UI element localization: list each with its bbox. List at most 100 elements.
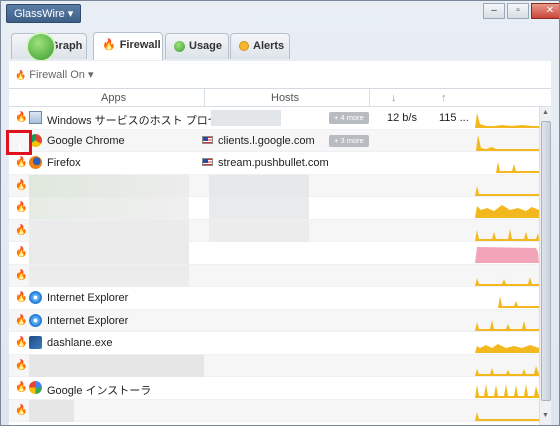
table-row[interactable]: 🔥: [9, 174, 539, 197]
firewall-flame-icon[interactable]: 🔥: [15, 112, 27, 123]
google-installer-icon: [29, 381, 42, 394]
internet-explorer-icon: [29, 313, 42, 327]
table-row[interactable]: 🔥 Internet Explorer: [9, 309, 539, 332]
scroll-up-icon[interactable]: ▲: [542, 109, 549, 116]
table-row[interactable]: 🔥: [9, 264, 539, 287]
app-name: Google インストーラ: [47, 385, 152, 397]
firewall-state-label: Firewall On ▾: [29, 69, 94, 81]
traffic-sparkline: [472, 344, 539, 353]
firewall-flame-icon[interactable]: 🔥: [15, 382, 27, 393]
tab-alerts[interactable]: Alerts: [230, 33, 290, 59]
hidden-app: [29, 354, 204, 377]
host-name: clients.l.google.com: [218, 134, 315, 147]
table-row[interactable]: 🔥 Firefox stream.pushbullet.com: [9, 152, 539, 175]
main-tabs: Graph 🔥 Firewall Usage Alerts: [1, 25, 559, 62]
tab-firewall[interactable]: 🔥 Firewall: [93, 32, 163, 60]
table-row[interactable]: 🔥: [9, 197, 539, 220]
firewall-flame-icon[interactable]: 🔥: [15, 270, 27, 281]
maximize-button[interactable]: ▫: [507, 3, 529, 19]
table-row[interactable]: 🔥: [9, 399, 539, 422]
table-row[interactable]: 🔥: [9, 242, 539, 265]
firefox-icon: [29, 156, 42, 169]
tab-usage[interactable]: Usage: [165, 33, 229, 59]
table-row[interactable]: Google Chrome clients.l.google.com + 3 m…: [9, 129, 539, 152]
traffic-sparkline: [472, 276, 539, 286]
firewall-flame-icon[interactable]: 🔥: [15, 360, 27, 371]
tab-usage-label: Usage: [189, 40, 223, 52]
traffic-sparkline: [472, 134, 539, 151]
mouse-cursor-icon: [19, 143, 24, 152]
hidden-app: [29, 399, 74, 422]
internet-explorer-icon: [29, 291, 42, 304]
column-download[interactable]: ↓: [391, 89, 397, 107]
firewall-flame-icon[interactable]: 🔥: [15, 292, 27, 303]
more-hosts-badge[interactable]: + 4 more: [329, 112, 369, 124]
hidden-app: [29, 219, 189, 242]
table-row[interactable]: 🔥 Google インストーラ: [9, 377, 539, 400]
column-apps[interactable]: Apps: [101, 89, 126, 107]
app-name: Internet Explorer: [47, 314, 129, 327]
column-upload[interactable]: ↑: [441, 89, 447, 107]
more-hosts-badge[interactable]: + 3 more: [329, 134, 369, 147]
table-row[interactable]: 🔥: [9, 219, 539, 242]
firewall-flame-icon[interactable]: 🔥: [15, 225, 27, 236]
firewall-flame-icon[interactable]: 🔥: [15, 337, 27, 348]
download-rate: 12 b/s: [387, 112, 417, 124]
traffic-sparkline: [472, 247, 539, 263]
firewall-flame-icon[interactable]: 🔥: [15, 247, 27, 258]
table-row[interactable]: 🔥 Windows サービスのホスト プロセス + 4 more 12 b/s …: [9, 107, 539, 130]
table-row[interactable]: 🔥 Internet Explorer: [9, 287, 539, 310]
firewall-flame-icon[interactable]: 🔥: [15, 157, 27, 168]
dashlane-icon: [29, 336, 42, 349]
traffic-sparkline: [472, 365, 539, 376]
scroll-down-icon[interactable]: ▼: [542, 412, 549, 419]
table-header: Apps Hosts ↓ ↑: [9, 89, 551, 107]
tab-firewall-label: Firewall: [119, 39, 161, 51]
us-flag-icon: [202, 158, 213, 166]
traffic-sparkline: [472, 113, 539, 128]
hidden-host: [209, 197, 309, 219]
column-hosts[interactable]: Hosts: [271, 89, 299, 107]
table-row[interactable]: 🔥: [9, 354, 539, 377]
upload-rate: 115 ...: [439, 112, 469, 124]
vertical-scrollbar[interactable]: ▲ ▼: [539, 107, 551, 425]
scroll-thumb[interactable]: [541, 121, 551, 401]
close-button[interactable]: ✕: [531, 3, 559, 19]
window-controls: – ▫ ✕: [481, 3, 559, 19]
app-name: Internet Explorer: [47, 292, 129, 304]
hidden-app: [29, 174, 189, 197]
firewall-flame-icon[interactable]: 🔥: [15, 315, 27, 326]
hidden-app: [29, 242, 189, 264]
traffic-sparkline: [472, 228, 539, 241]
app-name: dashlane.exe: [47, 337, 113, 349]
traffic-sparkline: [472, 411, 539, 421]
app-table: Apps Hosts ↓ ↑ 🔥 Windows サービスのホスト プロセス +…: [9, 89, 551, 425]
tab-graph[interactable]: Graph: [11, 32, 87, 62]
hidden-app: [29, 264, 189, 287]
host-name: stream.pushbullet.com: [218, 157, 329, 169]
us-flag-icon: [202, 135, 213, 144]
firewall-toolbar: 🔥 Firewall On ▾: [9, 61, 551, 89]
minimize-button[interactable]: –: [483, 3, 505, 19]
alert-icon: [239, 41, 249, 52]
app-name: Windows サービスのホスト プロセス: [47, 115, 230, 127]
table-row[interactable]: 🔥 dashlane.exe: [9, 332, 539, 355]
window-app-icon: [29, 111, 42, 124]
traffic-sparkline: [472, 384, 539, 398]
traffic-sparkline: [472, 205, 539, 218]
app-menu-button[interactable]: GlassWire ▾: [6, 4, 82, 23]
tab-alerts-label: Alerts: [253, 40, 285, 52]
firewall-toggle[interactable]: 🔥 Firewall On ▾: [15, 68, 93, 81]
firewall-flame-icon[interactable]: 🔥: [15, 405, 27, 416]
globe-icon: [26, 32, 56, 62]
traffic-sparkline: [472, 185, 539, 196]
firewall-flame-icon[interactable]: 🔥: [15, 180, 27, 191]
flame-icon: 🔥: [102, 39, 116, 52]
flame-icon: 🔥: [15, 70, 27, 80]
hidden-host: [211, 110, 281, 126]
usage-icon: [174, 40, 185, 52]
app-name: Firefox: [47, 157, 81, 169]
firewall-flame-icon[interactable]: 🔥: [15, 202, 27, 213]
hidden-host: [209, 174, 309, 197]
app-name: Google Chrome: [47, 134, 125, 147]
